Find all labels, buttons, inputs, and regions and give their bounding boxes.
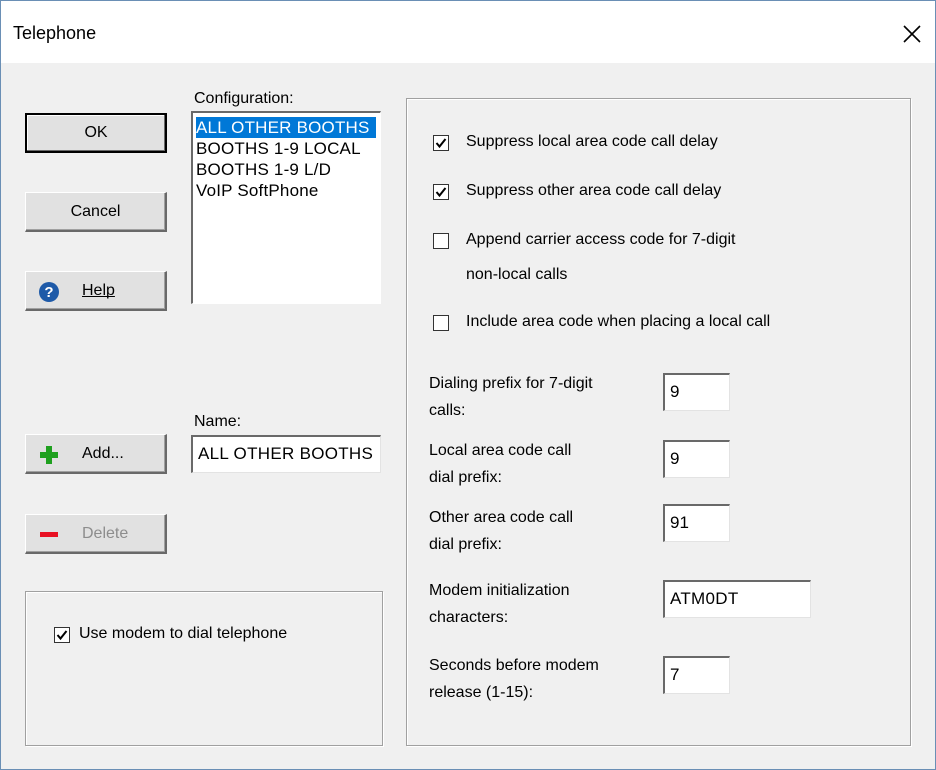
plus-icon xyxy=(38,444,60,466)
modem-init-label-line1: Modem initialization xyxy=(429,582,570,599)
minus-icon xyxy=(38,524,60,546)
list-item[interactable]: VoIP SoftPhone xyxy=(196,180,376,201)
append-carrier-checkbox[interactable] xyxy=(433,233,449,249)
delete-button[interactable]: Delete xyxy=(25,514,167,554)
cancel-button-label: Cancel xyxy=(70,202,121,220)
other-prefix-label-line1: Other area code call xyxy=(429,509,574,526)
ok-button[interactable]: OK xyxy=(25,113,167,153)
use-modem-checkbox[interactable] xyxy=(54,627,70,643)
modem-release-field[interactable]: 7 xyxy=(663,656,730,694)
suppress-local-label: Suppress local area code call delay xyxy=(466,133,718,150)
include-area-checkbox[interactable] xyxy=(433,315,449,331)
list-item[interactable]: ALL OTHER BOOTHS xyxy=(196,117,376,138)
configuration-listbox[interactable]: ALL OTHER BOOTHS BOOTHS 1-9 LOCAL BOOTHS… xyxy=(191,111,381,304)
configuration-label: Configuration: xyxy=(194,90,294,107)
modem-init-field[interactable]: ATM0DT xyxy=(663,580,811,618)
dialing-prefix-field[interactable]: 9 xyxy=(663,373,730,411)
suppress-other-label: Suppress other area code call delay xyxy=(466,182,722,199)
list-item[interactable]: BOOTHS 1-9 LOCAL xyxy=(196,138,376,159)
local-prefix-label-line1: Local area code call xyxy=(429,442,572,459)
add-button-label: Add... xyxy=(82,445,124,462)
other-prefix-label-line2: dial prefix: xyxy=(429,536,502,553)
local-prefix-label-line2: dial prefix: xyxy=(429,469,502,486)
name-field[interactable]: ALL OTHER BOOTHS xyxy=(191,435,381,473)
modem-init-label-line2: characters: xyxy=(429,609,509,626)
other-prefix-field[interactable]: 91 xyxy=(663,504,730,542)
list-item[interactable]: BOOTHS 1-9 L/D xyxy=(196,159,376,180)
help-icon: ? xyxy=(38,281,60,303)
close-icon[interactable] xyxy=(897,19,927,49)
help-button-label: Help xyxy=(82,282,115,299)
suppress-other-checkbox[interactable] xyxy=(433,184,449,200)
modem-group xyxy=(25,591,383,746)
delete-button-label: Delete xyxy=(82,525,129,542)
dialing-prefix-label-line2: calls: xyxy=(429,402,466,419)
telephone-dialog: Telephone OK Cancel ? Help Add... Delete… xyxy=(0,0,936,770)
cancel-button[interactable]: Cancel xyxy=(25,192,167,232)
help-button[interactable]: ? Help xyxy=(25,271,167,311)
append-carrier-label-line2: non-local calls xyxy=(466,266,568,283)
window-title: Telephone xyxy=(13,23,97,43)
svg-text:?: ? xyxy=(44,284,53,301)
suppress-local-checkbox[interactable] xyxy=(433,135,449,151)
modem-release-label-line1: Seconds before modem xyxy=(429,657,599,674)
append-carrier-label-line1: Append carrier access code for 7-digit xyxy=(466,231,736,248)
local-prefix-field[interactable]: 9 xyxy=(663,440,730,478)
ok-button-label: OK xyxy=(84,124,108,141)
title-bar[interactable]: Telephone xyxy=(1,1,935,63)
dialog-client-area: OK Cancel ? Help Add... Delete Configura… xyxy=(11,64,925,759)
add-button[interactable]: Add... xyxy=(25,434,167,474)
include-area-label: Include area code when placing a local c… xyxy=(466,313,771,330)
modem-release-label-line2: release (1-15): xyxy=(429,684,534,701)
use-modem-label: Use modem to dial telephone xyxy=(79,625,288,642)
name-label: Name: xyxy=(194,413,242,430)
dialing-prefix-label-line1: Dialing prefix for 7-digit xyxy=(429,375,593,392)
